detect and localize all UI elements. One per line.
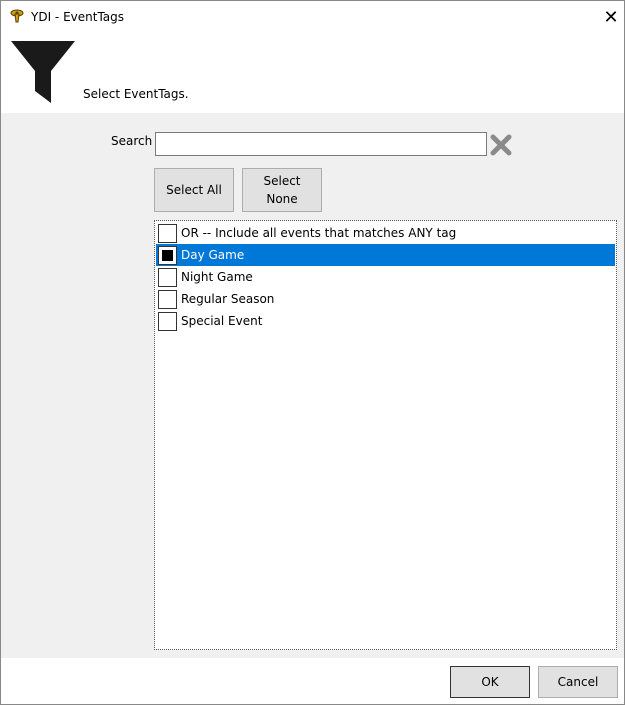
- checkbox-day-game[interactable]: [158, 245, 177, 265]
- app-logo-icon: [10, 9, 24, 23]
- search-label: Search: [111, 134, 153, 148]
- list-item-regular-season[interactable]: Regular Season: [156, 288, 615, 310]
- list-item-label: OR -- Include all events that matches AN…: [181, 226, 457, 240]
- ok-button[interactable]: OK: [450, 666, 530, 698]
- cancel-button[interactable]: Cancel: [538, 666, 618, 698]
- checkbox-special-event[interactable]: [158, 311, 177, 331]
- close-icon[interactable]: ✕: [595, 3, 624, 31]
- search-input[interactable]: [155, 132, 487, 156]
- list-item-label: Special Event: [181, 314, 263, 328]
- eventtags-dialog: YDI - EventTags ✕ Select EventTags. Sear…: [0, 0, 625, 705]
- list-item-label: Day Game: [181, 248, 245, 262]
- list-item-special-event[interactable]: Special Event: [156, 310, 615, 332]
- list-item-day-game[interactable]: Day Game: [156, 244, 615, 266]
- title-bar[interactable]: YDI - EventTags ✕: [1, 1, 624, 33]
- list-item-night-game[interactable]: Night Game: [156, 266, 615, 288]
- checkbox-or-mode[interactable]: [158, 223, 177, 243]
- dialog-header: Select EventTags.: [1, 33, 624, 113]
- clear-x-icon[interactable]: [490, 134, 512, 156]
- funnel-icon: [11, 41, 75, 103]
- checkbox-regular-season[interactable]: [158, 289, 177, 309]
- dialog-footer: [1, 658, 624, 704]
- window-title: YDI - EventTags: [31, 10, 125, 24]
- tag-checklist[interactable]: OR -- Include all events that matches AN…: [154, 220, 617, 650]
- list-item-or-mode[interactable]: OR -- Include all events that matches AN…: [156, 222, 615, 244]
- dialog-prompt: Select EventTags.: [83, 87, 189, 101]
- select-none-button[interactable]: Select None: [242, 168, 322, 212]
- select-all-button[interactable]: Select All: [154, 168, 234, 212]
- checkbox-night-game[interactable]: [158, 267, 177, 287]
- list-item-label: Regular Season: [181, 292, 275, 306]
- list-item-label: Night Game: [181, 270, 253, 284]
